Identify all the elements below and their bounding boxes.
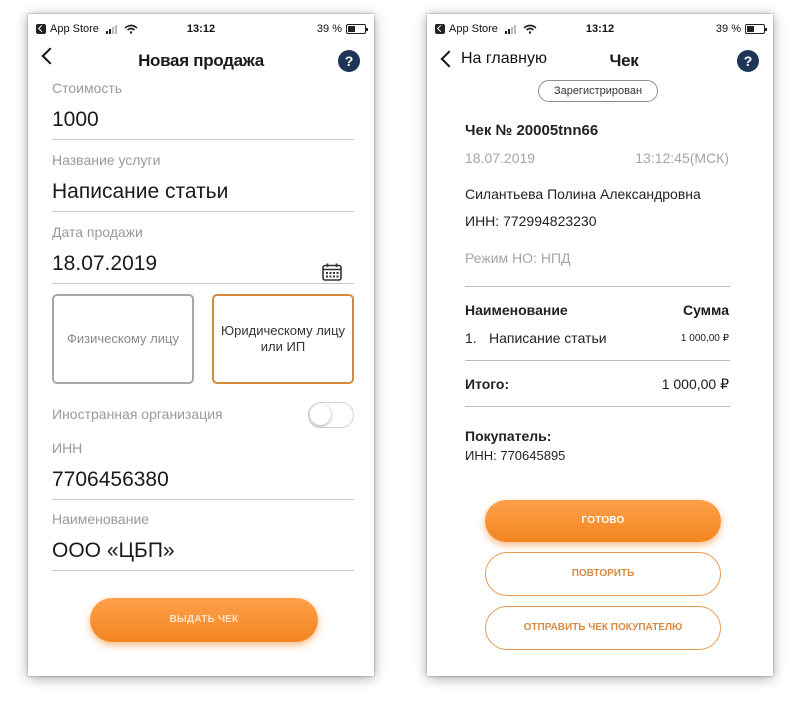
page-title: Новая продажа <box>138 51 264 70</box>
foreign-organization-row: Иностранная организация <box>52 402 354 428</box>
cost-input[interactable]: 1000 <box>52 108 354 140</box>
company-name-field[interactable]: Наименование ООО «ЦБП» <box>52 511 354 571</box>
issue-receipt-button[interactable]: ВЫДАТЬ ЧЕК <box>90 598 318 642</box>
battery-icon <box>346 24 368 34</box>
receipt-date: 18.07.2019 <box>465 150 536 166</box>
help-icon[interactable]: ? <box>338 50 360 72</box>
calendar-icon[interactable] <box>322 263 342 281</box>
help-icon[interactable]: ? <box>737 50 759 72</box>
done-button[interactable]: ГОТОВО <box>485 500 721 542</box>
total-label: Итого: <box>465 376 510 392</box>
inn-input[interactable]: 7706456380 <box>52 468 354 500</box>
receipt-screen: App Store 13:12 39 % На главную Чек ? За… <box>427 14 773 676</box>
inn-label: ИНН <box>52 440 83 456</box>
service-field[interactable]: Название услуги Написание статьи <box>52 152 354 212</box>
status-bar: App Store 13:12 39 % <box>28 14 374 42</box>
date-field[interactable]: Дата продажи 18.07.2019 <box>52 224 354 284</box>
divider <box>465 286 730 287</box>
status-right: 39 % <box>316 23 368 35</box>
status-badge: Зарегистрирован <box>538 80 658 102</box>
date-label: Дата продажи <box>52 224 143 240</box>
battery-percent: 39 % <box>316 23 342 35</box>
buyer-inn: ИНН: 770645895 <box>465 448 566 463</box>
company-name-label: Наименование <box>52 511 150 527</box>
cost-label: Стоимость <box>52 80 123 96</box>
date-input[interactable]: 18.07.2019 <box>52 252 354 284</box>
column-header-sum: Сумма <box>682 302 729 318</box>
battery-icon <box>745 24 767 34</box>
buyer-type-individual-button[interactable]: Физическому лицу <box>52 294 194 384</box>
buyer-type-legal-button[interactable]: Юридическому лицу или ИП <box>212 294 354 384</box>
chevron-left-icon <box>440 50 458 68</box>
tax-mode: Режим НО: НПД <box>465 250 571 266</box>
item-number: 1. <box>465 330 477 346</box>
page-title: Чек <box>609 51 639 70</box>
company-name-input[interactable]: ООО «ЦБП» <box>52 539 354 571</box>
status-right: 39 % <box>715 23 767 35</box>
status-bar: App Store 13:12 39 % <box>427 14 773 42</box>
service-input[interactable]: Написание статьи <box>52 180 354 212</box>
nav-bar: Новая продажа ? <box>28 44 374 78</box>
divider <box>465 406 730 407</box>
inn-field[interactable]: ИНН 7706456380 <box>52 440 354 500</box>
seller-name: Силантьева Полина Александровна <box>465 186 701 202</box>
seller-inn: ИНН: 772994823230 <box>465 213 597 229</box>
receipt-time: 13:12:45(МСК) <box>635 150 729 166</box>
total-value: 1 000,00 ₽ <box>661 376 729 392</box>
item-name: Написание статьи <box>489 330 607 346</box>
item-sum: 1 000,00 ₽ <box>680 333 729 344</box>
service-label: Название услуги <box>52 152 161 168</box>
foreign-organization-toggle[interactable] <box>308 402 354 428</box>
repeat-button[interactable]: ПОВТОРИТЬ <box>485 552 721 596</box>
receipt-number: Чек № 20005tnn66 <box>465 122 599 139</box>
column-header-name: Наименование <box>465 302 568 318</box>
send-receipt-button[interactable]: ОТПРАВИТЬ ЧЕК ПОКУПАТЕЛЮ <box>485 606 721 650</box>
nav-bar: На главную Чек ? <box>427 44 773 78</box>
new-sale-screen: App Store 13:12 39 % Новая продажа ? Сто… <box>28 14 374 676</box>
buyer-label: Покупатель: <box>465 428 552 444</box>
divider <box>465 360 730 361</box>
foreign-organization-label: Иностранная организация <box>52 406 223 422</box>
cost-field[interactable]: Стоимость 1000 <box>52 80 354 140</box>
battery-percent: 39 % <box>715 23 741 35</box>
